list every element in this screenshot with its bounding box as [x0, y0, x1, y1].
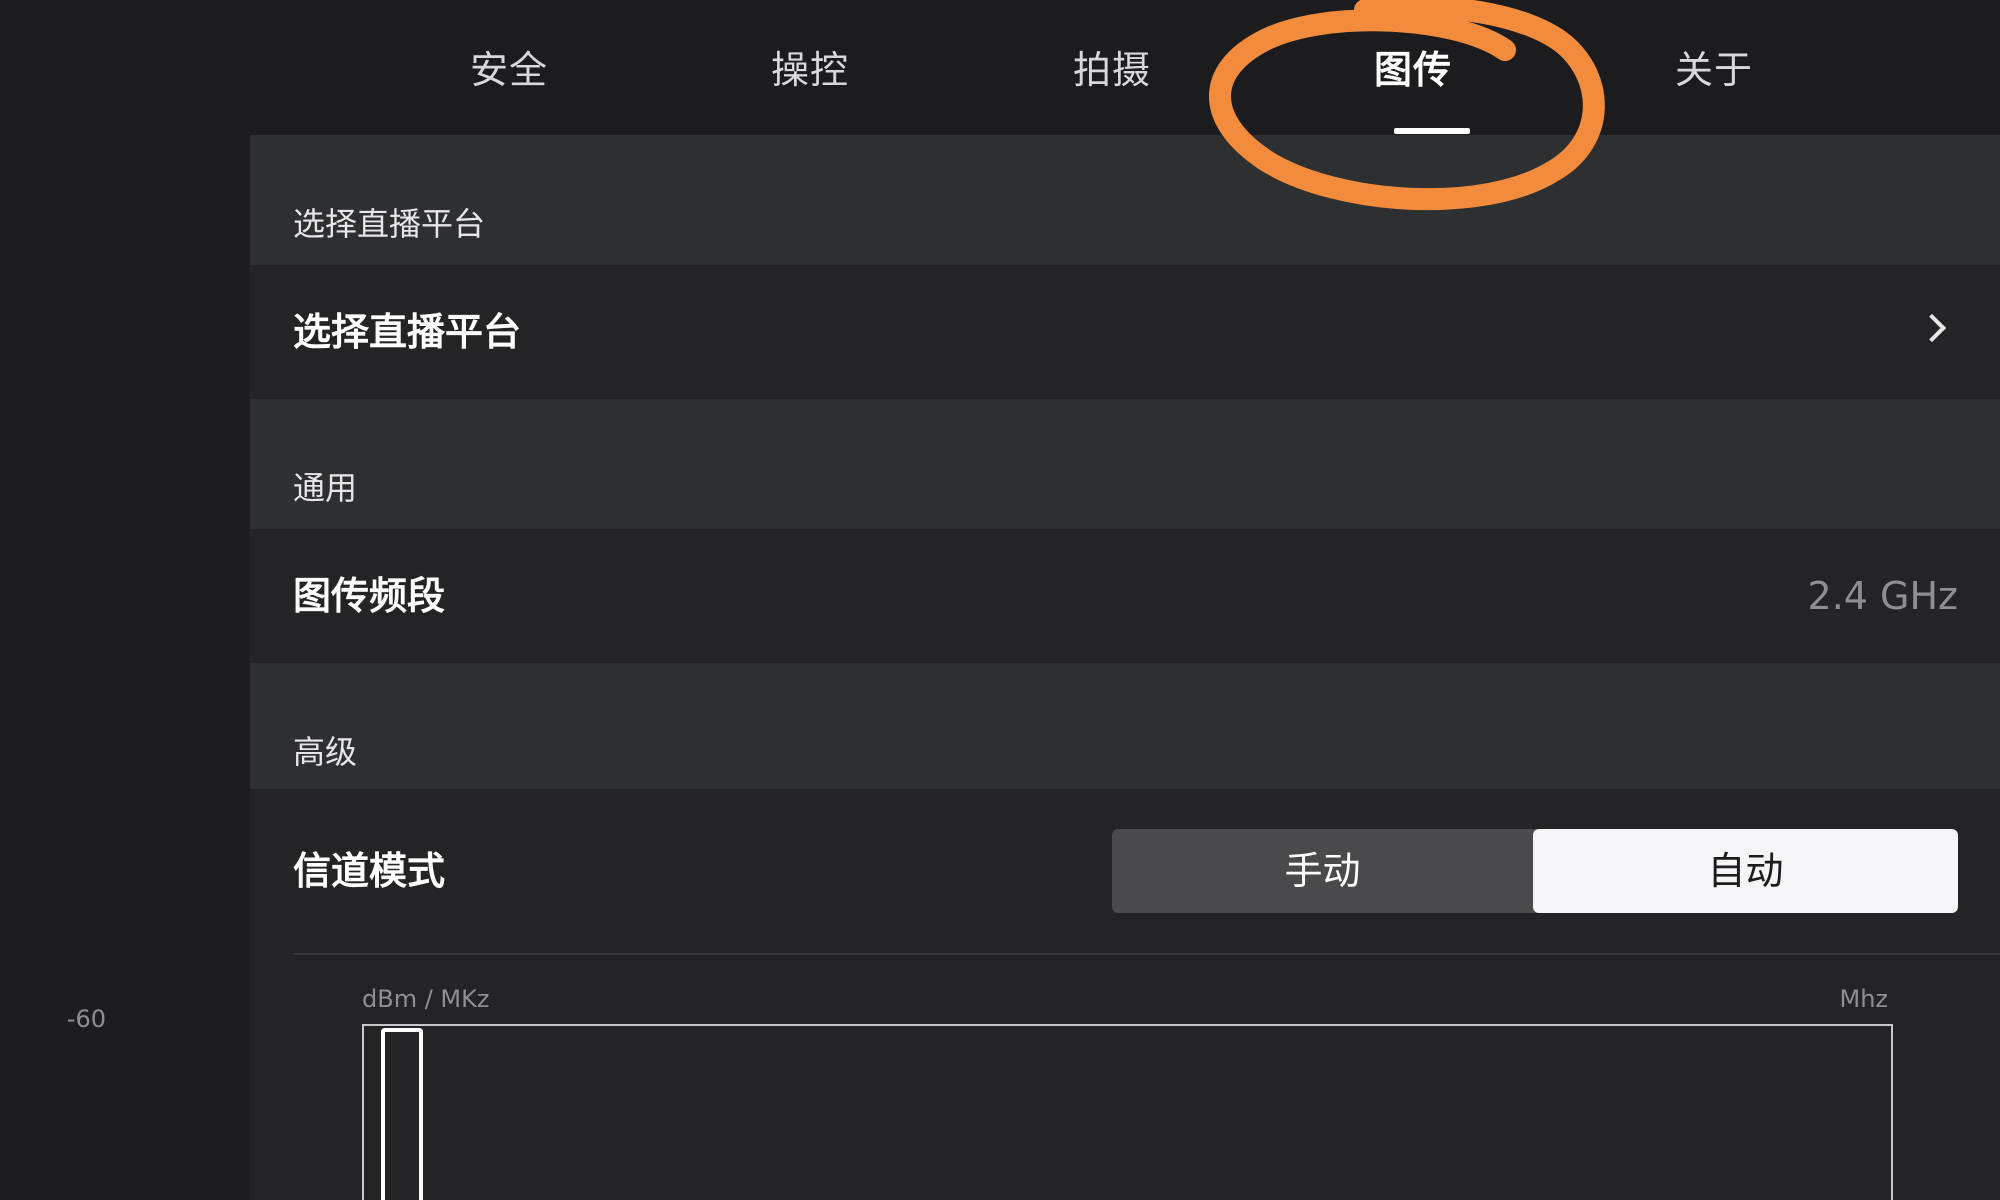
section-header-advanced: 高级: [250, 663, 2000, 793]
transmission-band-row[interactable]: 图传频段 2.4 GHz: [250, 529, 2000, 663]
spectrum-y-tick: -60: [66, 1005, 106, 1033]
transmission-band-value: 2.4 GHz: [1807, 574, 1958, 618]
select-live-platform-title: 选择直播平台: [293, 310, 522, 354]
channel-mode-auto-button[interactable]: 自动: [1533, 829, 1958, 913]
settings-tab-bar: 安全 操控 拍摄 图传 关于: [250, 0, 2000, 135]
section-header-general: 通用: [250, 399, 2000, 529]
divider: [293, 953, 2000, 955]
tab-camera[interactable]: 拍摄: [1032, 40, 1192, 100]
active-tab-indicator: [1394, 128, 1470, 134]
transmission-settings-panel: 选择直播平台 选择直播平台 通用 图传频段 2.4 GHz 高级 信道模式 手动…: [250, 135, 2000, 1200]
spectrum-chart-frame: [362, 1024, 1893, 1200]
section-label-general: 通用: [293, 469, 358, 507]
spectrum-channel-marker[interactable]: [381, 1028, 423, 1200]
left-sidebar-area: [0, 0, 250, 1200]
tab-about[interactable]: 关于: [1634, 40, 1794, 100]
section-header-live: 选择直播平台: [250, 135, 2000, 265]
tab-transmission[interactable]: 图传: [1333, 40, 1493, 100]
screen: 安全 操控 拍摄 图传 关于 选择直播平台 选择直播平台 通用 图传频段 2.4…: [0, 0, 2000, 1200]
spectrum-y-unit: dBm / MKz: [362, 985, 490, 1013]
section-label-live: 选择直播平台: [293, 205, 486, 243]
channel-mode-title: 信道模式: [293, 849, 446, 893]
tab-safety[interactable]: 安全: [429, 40, 589, 100]
section-label-advanced: 高级: [293, 733, 358, 771]
channel-mode-segmented-control: 手动 自动: [1112, 829, 1958, 913]
channel-mode-manual-button[interactable]: 手动: [1112, 829, 1533, 913]
channel-mode-block: 信道模式 手动 自动 dBm / MKz Mhz: [250, 789, 2000, 1200]
tab-control[interactable]: 操控: [730, 40, 890, 100]
spectrum-x-unit: Mhz: [1839, 985, 1888, 1013]
select-live-platform-row[interactable]: 选择直播平台: [250, 265, 2000, 399]
chevron-right-icon: [1917, 313, 1947, 343]
transmission-band-title: 图传频段: [293, 574, 446, 618]
